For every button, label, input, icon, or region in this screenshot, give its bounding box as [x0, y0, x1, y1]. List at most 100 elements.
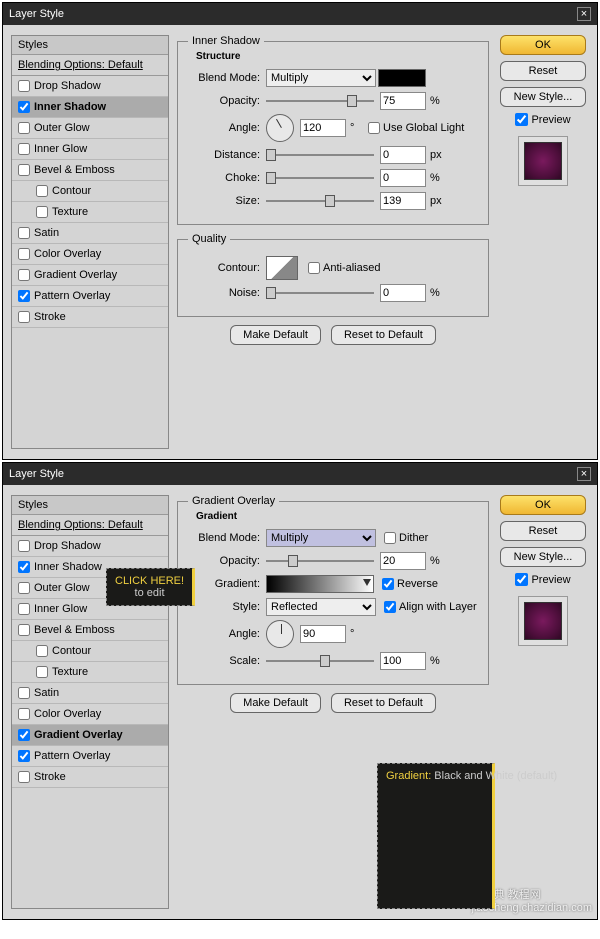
style-item-pattern-overlay[interactable]: Pattern Overlay [12, 746, 168, 767]
blend-mode-select[interactable]: Multiply [266, 69, 376, 87]
style-select[interactable]: Reflected [266, 598, 376, 616]
style-item-drop-shadow[interactable]: Drop Shadow [12, 76, 168, 97]
style-checkbox[interactable] [18, 101, 30, 113]
style-item-texture[interactable]: Texture [12, 662, 168, 683]
style-item-contour[interactable]: Contour [12, 181, 168, 202]
style-item-texture[interactable]: Texture [12, 202, 168, 223]
click-here-tooltip: CLICK HERE!to edit [106, 568, 195, 606]
styles-header[interactable]: Styles [12, 496, 168, 515]
reset-default-button[interactable]: Reset to Default [331, 693, 436, 713]
style-item-bevel-emboss[interactable]: Bevel & Emboss [12, 620, 168, 641]
style-item-contour[interactable]: Contour [12, 641, 168, 662]
style-checkbox[interactable] [18, 80, 30, 92]
style-checkbox[interactable] [36, 206, 48, 218]
style-item-drop-shadow[interactable]: Drop Shadow [12, 536, 168, 557]
style-checkbox[interactable] [18, 750, 30, 762]
scale-input[interactable] [380, 652, 426, 670]
style-item-outer-glow[interactable]: Outer Glow [12, 118, 168, 139]
close-icon[interactable]: × [577, 7, 591, 21]
opacity-slider[interactable] [266, 554, 374, 568]
style-checkbox[interactable] [18, 729, 30, 741]
styles-header[interactable]: Styles [12, 36, 168, 55]
close-icon[interactable]: × [577, 467, 591, 481]
style-checkbox[interactable] [18, 708, 30, 720]
ok-button[interactable]: OK [500, 495, 586, 515]
blend-mode-label: Blend Mode: [188, 72, 260, 84]
style-checkbox[interactable] [18, 771, 30, 783]
style-checkbox[interactable] [18, 269, 30, 281]
style-item-stroke[interactable]: Stroke [12, 307, 168, 328]
noise-input[interactable] [380, 284, 426, 302]
style-checkbox[interactable] [18, 311, 30, 323]
style-item-label: Inner Shadow [34, 101, 106, 113]
style-checkbox[interactable] [18, 603, 30, 615]
size-unit: px [430, 195, 448, 207]
new-style-button[interactable]: New Style... [500, 87, 586, 107]
opacity-slider[interactable] [266, 94, 374, 108]
dither-checkbox[interactable]: Dither [384, 532, 428, 544]
style-item-gradient-overlay[interactable]: Gradient Overlay [12, 725, 168, 746]
style-checkbox[interactable] [18, 227, 30, 239]
style-item-color-overlay[interactable]: Color Overlay [12, 244, 168, 265]
style-checkbox[interactable] [36, 185, 48, 197]
angle-dial[interactable] [266, 114, 294, 142]
align-checkbox[interactable]: Align with Layer [384, 601, 477, 613]
use-global-light-checkbox[interactable]: Use Global Light [368, 122, 464, 134]
style-item-satin[interactable]: Satin [12, 683, 168, 704]
titlebar: Layer Style × [3, 463, 597, 485]
blending-options[interactable]: Blending Options: Default [12, 515, 168, 536]
style-item-inner-shadow[interactable]: Inner Shadow [12, 97, 168, 118]
style-item-inner-glow[interactable]: Inner Glow [12, 139, 168, 160]
style-checkbox[interactable] [18, 540, 30, 552]
style-checkbox[interactable] [18, 248, 30, 260]
size-input[interactable] [380, 192, 426, 210]
preview-checkbox[interactable]: Preview [515, 573, 570, 586]
angle-input[interactable] [300, 625, 346, 643]
style-checkbox[interactable] [36, 645, 48, 657]
style-item-color-overlay[interactable]: Color Overlay [12, 704, 168, 725]
style-item-gradient-overlay[interactable]: Gradient Overlay [12, 265, 168, 286]
opacity-unit: % [430, 555, 448, 567]
distance-slider[interactable] [266, 148, 374, 162]
reverse-checkbox[interactable]: Reverse [382, 578, 438, 590]
style-item-bevel-emboss[interactable]: Bevel & Emboss [12, 160, 168, 181]
choke-slider[interactable] [266, 171, 374, 185]
gradient-picker[interactable] [266, 575, 374, 593]
opacity-input[interactable] [380, 552, 426, 570]
style-checkbox[interactable] [18, 687, 30, 699]
reset-default-button[interactable]: Reset to Default [331, 325, 436, 345]
style-checkbox[interactable] [18, 143, 30, 155]
style-checkbox[interactable] [18, 290, 30, 302]
style-checkbox[interactable] [18, 582, 30, 594]
angle-input[interactable] [300, 119, 346, 137]
style-checkbox[interactable] [18, 624, 30, 636]
distance-input[interactable] [380, 146, 426, 164]
anti-aliased-checkbox[interactable]: Anti-aliased [308, 262, 380, 274]
reset-button[interactable]: Reset [500, 61, 586, 81]
style-checkbox[interactable] [36, 666, 48, 678]
make-default-button[interactable]: Make Default [230, 693, 321, 713]
contour-picker[interactable] [266, 256, 298, 280]
shadow-color-swatch[interactable] [378, 69, 426, 87]
make-default-button[interactable]: Make Default [230, 325, 321, 345]
choke-input[interactable] [380, 169, 426, 187]
reset-button[interactable]: Reset [500, 521, 586, 541]
angle-dial[interactable] [266, 620, 294, 648]
style-item-satin[interactable]: Satin [12, 223, 168, 244]
noise-slider[interactable] [266, 286, 374, 300]
blending-options[interactable]: Blending Options: Default [12, 55, 168, 76]
new-style-button[interactable]: New Style... [500, 547, 586, 567]
style-checkbox[interactable] [18, 122, 30, 134]
style-item-label: Stroke [34, 771, 66, 783]
style-checkbox[interactable] [18, 164, 30, 176]
ok-button[interactable]: OK [500, 35, 586, 55]
preview-checkbox[interactable]: Preview [515, 113, 570, 126]
blend-mode-select[interactable]: Multiply [266, 529, 376, 547]
scale-slider[interactable] [266, 654, 374, 668]
style-checkbox[interactable] [18, 561, 30, 573]
size-slider[interactable] [266, 194, 374, 208]
opacity-input[interactable] [380, 92, 426, 110]
style-item-pattern-overlay[interactable]: Pattern Overlay [12, 286, 168, 307]
style-item-stroke[interactable]: Stroke [12, 767, 168, 788]
chevron-down-icon [363, 579, 371, 586]
